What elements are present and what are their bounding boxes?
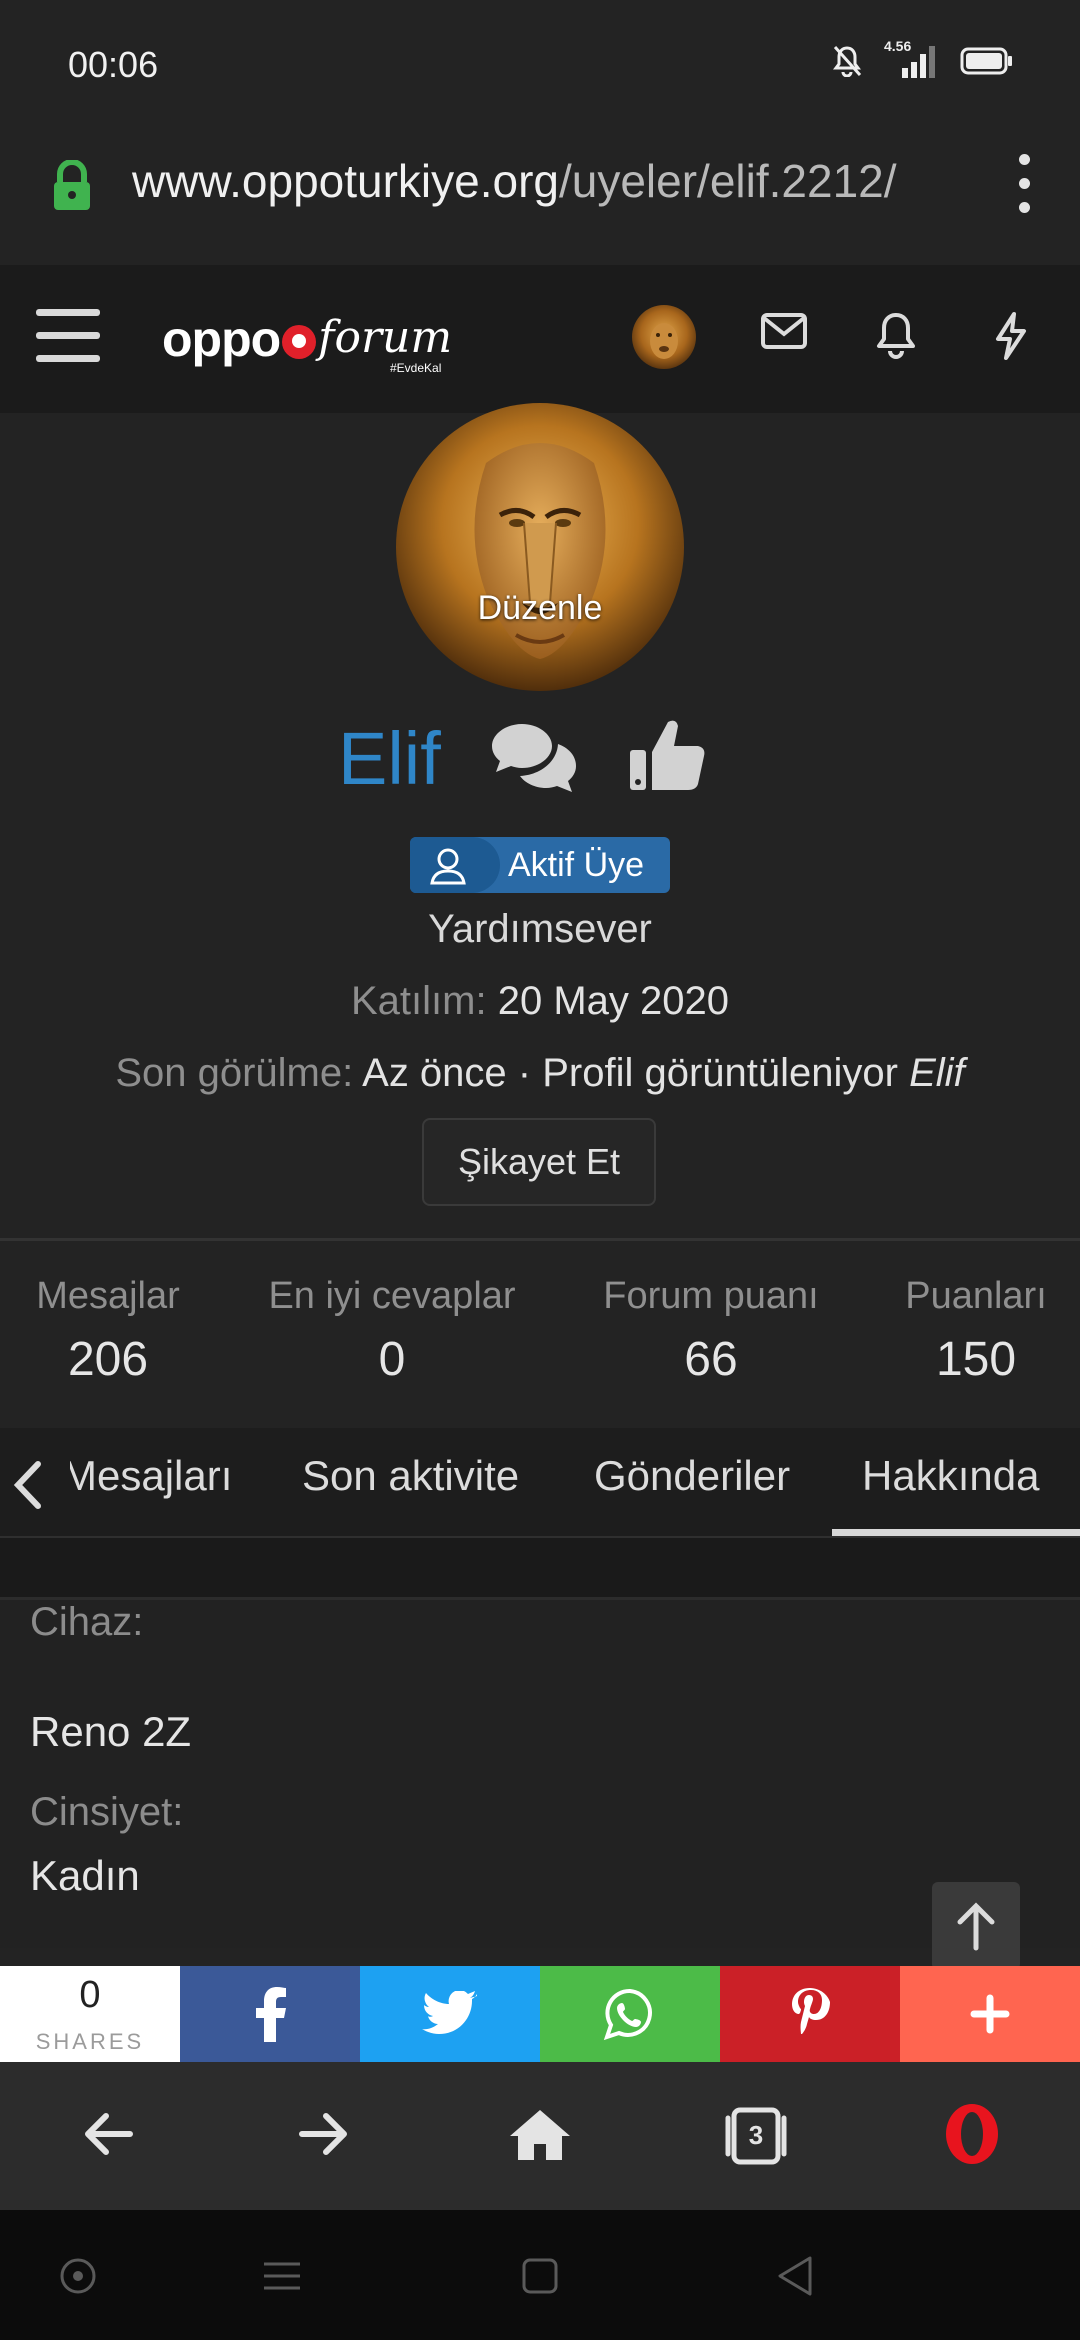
- stat-label: Forum puanı: [603, 1275, 819, 1317]
- battery-icon: [960, 47, 1012, 75]
- browser-url-bar[interactable]: www.oppoturkiye.org/uyeler/elif.2212/: [0, 130, 1080, 265]
- header-avatar[interactable]: [632, 305, 696, 369]
- stat-best-answers[interactable]: En iyi cevaplar 0: [262, 1275, 522, 1387]
- gender-value: Kadın: [30, 1852, 140, 1899]
- joined-date: Katılım: 20 May 2020: [0, 979, 1080, 1024]
- opera-menu-icon[interactable]: [942, 2102, 1002, 2166]
- home-square-icon[interactable]: [520, 2254, 560, 2298]
- username-row: Elif: [0, 708, 1080, 808]
- stat-forum-points[interactable]: Forum puanı 66: [596, 1275, 826, 1387]
- bell-icon[interactable]: [874, 311, 918, 359]
- pinterest-share-button[interactable]: [720, 1966, 900, 2062]
- status-icons: 4.56: [832, 38, 1014, 78]
- badge-label: Aktif Üye: [508, 846, 645, 884]
- twitter-share-button[interactable]: [360, 1966, 540, 2062]
- profile-header: Düzenle Elif Aktif Üye Yardımsever Katıl…: [0, 403, 1080, 1238]
- url-domain: www.oppoturkiye.org: [132, 155, 559, 207]
- share-count-number: 0: [79, 1974, 101, 2016]
- logo-main: oppo: [162, 311, 281, 367]
- tab-posts[interactable]: Gönderiler: [594, 1452, 790, 1500]
- tab-count: 3: [748, 2120, 764, 2150]
- thumbs-up-icon[interactable]: [628, 714, 708, 794]
- tab-about[interactable]: Hakkında: [862, 1452, 1039, 1500]
- tabs-switcher-icon[interactable]: 3: [720, 2106, 792, 2166]
- stat-label: En iyi cevaplar: [268, 1275, 516, 1317]
- logo-sub: forum: [318, 312, 453, 363]
- twitter-icon: [422, 1991, 477, 2034]
- joined-value: 20 May 2020: [497, 979, 729, 1023]
- member-badge: Aktif Üye: [410, 837, 670, 893]
- user-title: Yardımsever: [428, 907, 652, 951]
- share-bar: 0 SHARES: [0, 1966, 1080, 2062]
- share-count: 0 SHARES: [0, 1966, 180, 2062]
- share-count-label: SHARES: [35, 2029, 145, 2054]
- recents-menu-icon[interactable]: [262, 2254, 302, 2298]
- browser-nav-bar: 3: [0, 2062, 1080, 2210]
- turkey-flag-icon: [282, 325, 317, 359]
- tab-messages[interactable]: Mesajları: [70, 1452, 232, 1500]
- facebook-share-button[interactable]: [180, 1966, 360, 2062]
- site-logo[interactable]: oppo forum #EvdeKal: [162, 309, 453, 375]
- plus-icon: [970, 1994, 1010, 2034]
- joined-label: Katılım:: [351, 979, 487, 1023]
- tab-recent-activity[interactable]: Son aktivite: [302, 1452, 519, 1500]
- url-path: /uyeler/elif.2212/: [558, 155, 897, 207]
- user-icon: [430, 848, 466, 885]
- stat-label: Puanları: [905, 1275, 1047, 1317]
- device-label: Cihaz:: [30, 1600, 144, 1644]
- last-seen-label: Son görülme:: [115, 1051, 354, 1095]
- username[interactable]: Elif: [338, 716, 441, 801]
- stat-label: Mesajlar: [36, 1275, 180, 1317]
- facebook-icon: [256, 1987, 286, 2042]
- arrow-up-icon: [957, 1902, 995, 1951]
- whatsapp-share-button[interactable]: [540, 1966, 720, 2062]
- profile-stats: Mesajlar 206 En iyi cevaplar 0 Forum pua…: [0, 1238, 1080, 1428]
- pinterest-icon: [792, 1988, 830, 2034]
- logo-tag: #EvdeKal: [390, 361, 442, 375]
- stat-value: 206: [67, 1333, 149, 1386]
- hamburger-menu-icon[interactable]: [36, 309, 100, 363]
- mail-icon[interactable]: [760, 311, 808, 351]
- clock: 00:06: [68, 44, 159, 85]
- site-header: oppo forum #EvdeKal: [0, 265, 1080, 413]
- url-text[interactable]: www.oppoturkiye.org/uyeler/elif.2212/: [132, 154, 897, 208]
- report-button[interactable]: Şikayet Et: [422, 1118, 656, 1206]
- home-icon[interactable]: [508, 2106, 572, 2162]
- gender-label: Cinsiyet:: [30, 1790, 184, 1834]
- assistant-dot-icon[interactable]: [56, 2254, 100, 2298]
- browser-menu-icon[interactable]: [1010, 154, 1040, 214]
- profile-tabs: Mesajları Son aktivite Gönderiler Hakkın…: [0, 1428, 1080, 1538]
- last-seen: Son görülme: Az önce · Profil görüntülen…: [0, 1051, 1080, 1096]
- back-arrow-icon[interactable]: [80, 2106, 136, 2162]
- lock-icon: [54, 160, 90, 210]
- profile-avatar[interactable]: Düzenle: [396, 403, 684, 691]
- whatsapp-icon: [603, 1988, 652, 2041]
- stat-points[interactable]: Puanları 150: [898, 1275, 1054, 1387]
- network-speed: 4.56: [884, 38, 912, 54]
- stat-messages[interactable]: Mesajlar 206: [30, 1275, 186, 1387]
- about-section: Cihaz: Reno 2Z Cinsiyet: Kadın: [0, 1600, 1080, 1970]
- last-seen-name[interactable]: Elif: [909, 1051, 965, 1095]
- last-seen-value: Az önce · Profil görüntüleniyor: [362, 1051, 898, 1095]
- chevron-left-icon[interactable]: [10, 1458, 46, 1512]
- device-value: Reno 2Z: [30, 1708, 192, 1755]
- mute-bell-icon: [833, 46, 862, 77]
- conversation-icon[interactable]: [488, 720, 580, 794]
- stat-value: 0: [378, 1333, 406, 1386]
- signal-icon: 4.56: [884, 38, 938, 78]
- forward-arrow-icon[interactable]: [296, 2106, 352, 2162]
- edit-avatar-label[interactable]: Düzenle: [396, 589, 684, 628]
- back-triangle-icon[interactable]: [774, 2254, 818, 2298]
- stat-value: 150: [935, 1333, 1017, 1386]
- system-nav-bar: [0, 2210, 1080, 2340]
- status-bar: 00:06 4.56: [0, 0, 1080, 130]
- more-share-button[interactable]: [900, 1966, 1080, 2062]
- stat-value: 66: [684, 1333, 738, 1386]
- section-divider: [0, 1538, 1080, 1600]
- scroll-top-button[interactable]: [932, 1882, 1020, 1970]
- lion-avatar-image: [396, 403, 684, 691]
- active-tab-indicator: [832, 1529, 1080, 1536]
- lightning-icon[interactable]: [990, 311, 1030, 361]
